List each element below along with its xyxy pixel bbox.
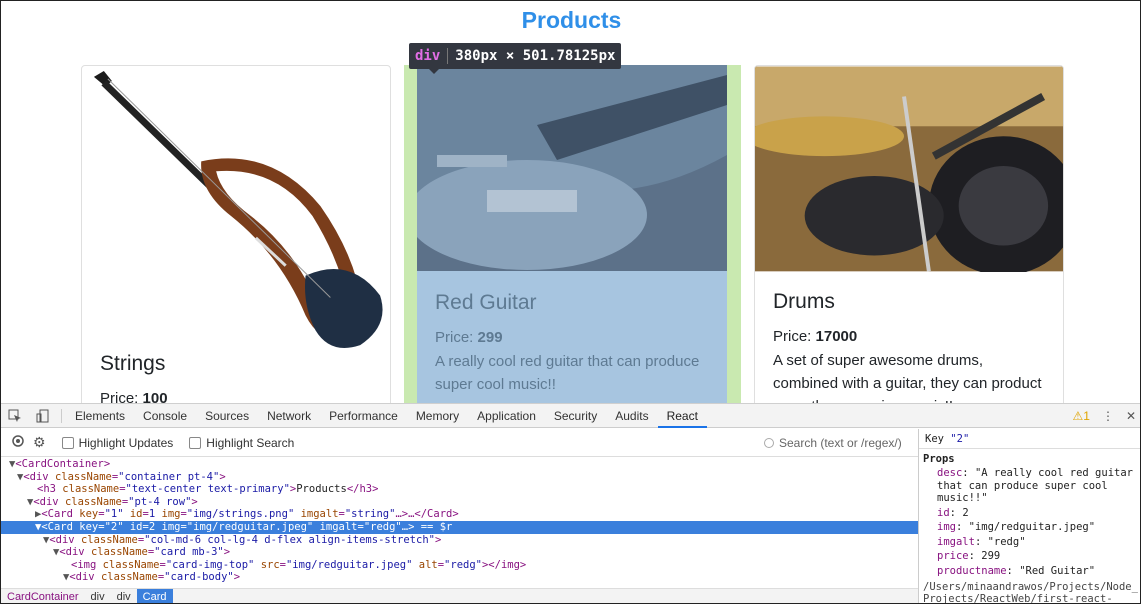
- card-price: Price: 299: [435, 329, 503, 346]
- screenshot-frame: Products Strings Price: 100 Red Guitar P…: [0, 0, 1141, 604]
- tooltip-tag: div: [415, 48, 441, 64]
- tree-node[interactable]: ▼<div className="container pt-4">: [1, 471, 918, 484]
- inspect-element-icon[interactable]: [1, 404, 29, 428]
- card-description: A really cool red guitar that can produc…: [435, 353, 700, 393]
- search-placeholder: Search (text or /regex/): [779, 436, 902, 450]
- checkbox-label: Highlight Search: [206, 435, 295, 450]
- tree-node[interactable]: <h3 className="text-center text-primary"…: [1, 483, 918, 496]
- product-card-red-guitar[interactable]: Red Guitar Price: 299 A really cool red …: [417, 65, 727, 403]
- tab-divider: [61, 408, 62, 423]
- props-sidebar: Key "2" Props desc: "A really cool red g…: [918, 429, 1140, 604]
- prop-value: "img/redguitar.jpeg": [968, 521, 1096, 533]
- breadcrumb-item[interactable]: div: [85, 589, 111, 604]
- tree-node[interactable]: ▼<div className="card-body">: [1, 571, 918, 584]
- checkbox-box: [189, 436, 202, 449]
- card-price: Price: 100: [100, 390, 168, 403]
- prop-name: imgalt: [937, 535, 975, 548]
- tooltip-separator: [447, 48, 449, 64]
- breadcrumb: CardContainer div div Card: [1, 588, 918, 604]
- prop-value: 2: [962, 506, 969, 519]
- device-toolbar-icon[interactable]: [29, 404, 57, 428]
- tree-node[interactable]: ▼<div className="col-md-6 col-lg-4 d-fle…: [1, 534, 918, 547]
- tree-node-selected[interactable]: ▼<Card key="2" id=2 img="img/redguitar.j…: [1, 520, 918, 534]
- settings-gear-icon[interactable]: ⚙: [33, 434, 46, 451]
- prop-row[interactable]: id: 2: [923, 507, 1138, 520]
- breadcrumb-item[interactable]: CardContainer: [1, 589, 85, 604]
- tree-node[interactable]: <img className="card-img-top" src="img/r…: [1, 559, 918, 572]
- card-description: A set of super awesome drums, combined w…: [773, 352, 1042, 403]
- tab-performance[interactable]: Performance: [320, 404, 407, 428]
- prop-name: price: [937, 550, 969, 562]
- card-price: Price: 17000: [773, 328, 858, 345]
- key-value: "2": [950, 433, 970, 445]
- tab-application[interactable]: Application: [468, 404, 545, 428]
- tab-network[interactable]: Network: [258, 404, 320, 428]
- prop-value: "redg": [987, 535, 1026, 548]
- component-tree[interactable]: ▼<CardContainer> ▼<div className="contai…: [1, 458, 918, 589]
- more-options-icon[interactable]: ⋮: [1102, 409, 1114, 423]
- prop-name: img: [937, 521, 956, 533]
- devtools-tab-bar: Elements Console Sources Network Perform…: [1, 404, 1140, 428]
- products-page: Products Strings Price: 100 Red Guitar P…: [1, 1, 1140, 403]
- react-toolbar: ⚙ Highlight Updates Highlight Search Sea…: [1, 429, 918, 457]
- red-guitar-image: [417, 65, 727, 271]
- tab-audits[interactable]: Audits: [606, 404, 657, 428]
- props-title: Props: [923, 453, 955, 465]
- tree-node[interactable]: ▼<div className="pt-4 row">: [1, 496, 918, 509]
- warning-icon: ⚠: [1072, 409, 1084, 423]
- sidebar-key: Key "2": [919, 429, 1140, 449]
- breadcrumb-item[interactable]: div: [111, 589, 137, 604]
- prop-value: "Red Guitar": [1019, 564, 1096, 577]
- tooltip-size: 380px × 501.78125px: [455, 48, 616, 64]
- tab-sources[interactable]: Sources: [196, 404, 258, 428]
- page-title: Products: [521, 7, 622, 33]
- warning-count: 1: [1083, 409, 1090, 423]
- devtools-panel: Elements Console Sources Network Perform…: [1, 403, 1140, 604]
- search-icon: [764, 438, 774, 448]
- card-title: Strings: [100, 352, 166, 375]
- prop-name: id: [937, 506, 950, 519]
- prop-value: 299: [981, 550, 1001, 562]
- prop-value: "A really cool red guitar that can produ…: [937, 467, 1133, 504]
- inspect-tooltip: div 380px × 501.78125px: [409, 43, 622, 74]
- prop-row[interactable]: price: 299: [923, 550, 1138, 563]
- checkbox-box: [61, 436, 74, 449]
- checkbox-label: Highlight Updates: [78, 435, 174, 450]
- highlight-updates-checkbox[interactable]: Highlight Updates: [61, 435, 174, 450]
- devtools-right-controls: ⚠1 ⋮ ✕: [1072, 404, 1136, 428]
- prop-row[interactable]: desc: "A really cool red guitar that can…: [923, 467, 1138, 505]
- prop-name: productname: [937, 564, 1007, 577]
- highlight-search-checkbox[interactable]: Highlight Search: [189, 436, 294, 450]
- tab-console[interactable]: Console: [134, 404, 196, 428]
- source-path: /Users/minaandrawos/Projects/Node_Projec…: [923, 581, 1138, 604]
- warning-indicator[interactable]: ⚠1: [1072, 409, 1089, 423]
- tooltip-arrow: [429, 69, 439, 74]
- tree-node[interactable]: ▼<CardContainer>: [1, 458, 918, 471]
- prop-row[interactable]: imgalt: "redg": [923, 536, 1138, 549]
- prop-row[interactable]: img: "img/redguitar.jpeg": [923, 521, 1138, 534]
- props-section: Props desc: "A really cool red guitar th…: [919, 449, 1140, 604]
- card-title: Red Guitar: [435, 291, 537, 314]
- product-card-drums[interactable]: Drums Price: 17000 A set of super awesom…: [754, 65, 1064, 403]
- product-card-strings[interactable]: Strings Price: 100: [81, 65, 391, 403]
- drums-image: [755, 66, 1063, 272]
- tab-elements[interactable]: Elements: [66, 404, 134, 428]
- prop-name: desc: [937, 467, 963, 479]
- tree-node[interactable]: ▼<div className="card mb-3">: [1, 546, 918, 559]
- prop-row[interactable]: productname: "Red Guitar": [923, 565, 1138, 578]
- tree-node[interactable]: ▶<Card key="1" id=1 img="img/strings.png…: [1, 508, 918, 521]
- tab-memory[interactable]: Memory: [407, 404, 468, 428]
- card-title: Drums: [773, 290, 835, 313]
- select-component-icon[interactable]: [11, 434, 25, 451]
- key-label: Key: [925, 433, 944, 445]
- tab-security[interactable]: Security: [545, 404, 606, 428]
- violin-image: [93, 70, 383, 348]
- breadcrumb-item-active[interactable]: Card: [136, 588, 173, 603]
- tab-react[interactable]: React: [657, 404, 707, 428]
- component-search-input[interactable]: Search (text or /regex/): [760, 432, 918, 454]
- close-icon[interactable]: ✕: [1126, 409, 1136, 423]
